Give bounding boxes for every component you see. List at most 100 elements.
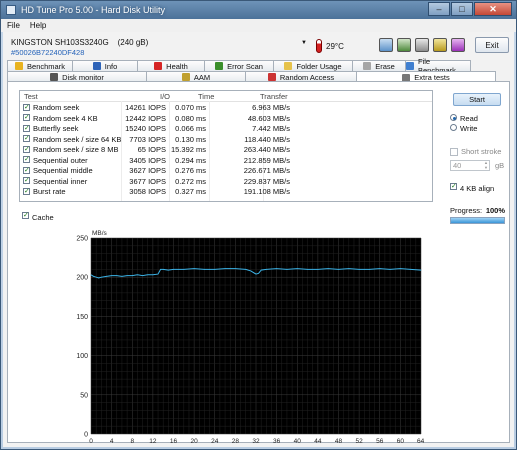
maximize-button[interactable]: □ — [451, 2, 473, 16]
y-tick-label: 150 — [76, 314, 88, 321]
table-row[interactable]: ✓ Sequential outer 3405 IOPS 0.294 ms 212.85… — [20, 155, 432, 165]
x-tick-label: 60 — [397, 438, 405, 443]
menu-help[interactable]: Help — [30, 21, 46, 30]
row-checkbox[interactable]: ✓ — [23, 145, 30, 153]
data-point — [183, 269, 185, 270]
short-stroke-checkbox[interactable] — [450, 148, 458, 156]
y-tick-label: 100 — [76, 353, 88, 360]
start-button[interactable]: Start — [453, 93, 501, 106]
download-icon[interactable] — [451, 38, 465, 52]
cell-transfer: 229.837 MB/s — [243, 176, 290, 186]
progress-percent: 100% — [485, 206, 505, 215]
data-point — [410, 269, 412, 270]
data-point — [250, 270, 252, 272]
progress-fill — [451, 218, 504, 223]
cell-io: 12442 IOPS — [125, 113, 166, 123]
tab-error-scan[interactable]: Error Scan — [204, 60, 274, 71]
cell-transfer: 212.859 MB/s — [243, 155, 290, 165]
table-row[interactable]: ✓ Random seek / size 64 KB 7703 IOPS 0.130 … — [20, 134, 432, 144]
exit-button[interactable]: Exit — [475, 37, 509, 53]
cell-time: 0.272 ms — [175, 176, 206, 186]
app-window: HD Tune Pro 5.00 - Hard Disk Utility – □… — [0, 0, 517, 450]
tab-info[interactable]: Info — [72, 60, 138, 71]
tab-label: Error Scan — [227, 61, 263, 71]
cell-io: 15240 IOPS — [125, 124, 166, 133]
row-checkbox[interactable]: ✓ — [23, 114, 30, 121]
data-point — [137, 274, 138, 276]
row-checkbox[interactable]: ✓ — [23, 166, 30, 174]
table-row[interactable]: ✓ Burst rate 3058 IOPS 0.327 ms 191.108 MB/s — [20, 186, 432, 196]
table-row[interactable]: ✓ Sequential middle 3627 IOPS 0.276 ms 226.6… — [20, 165, 432, 175]
disk-monitor-icon — [50, 73, 59, 81]
header-time[interactable]: Time — [198, 92, 214, 101]
cell-time: 0.276 ms — [175, 166, 206, 175]
spinner-arrows-icon[interactable]: ▲ ▼ — [484, 160, 488, 170]
short-stroke-spinner[interactable]: 40 ▲ ▼ — [450, 160, 490, 171]
tab-folder-usage[interactable]: Folder Usage — [273, 60, 353, 71]
x-tick-label: 28 — [232, 438, 240, 443]
header-io[interactable]: I/O — [160, 92, 170, 101]
data-point — [111, 275, 112, 276]
data-point — [142, 275, 143, 276]
tab-erase[interactable]: Erase — [352, 60, 406, 71]
data-point — [265, 269, 267, 270]
main-content: KINGSTON SH103S3240G (240 gB) ▼ #50026B7… — [3, 32, 514, 447]
data-point — [296, 268, 298, 269]
app-icon — [6, 5, 16, 15]
x-tick-label: 24 — [211, 438, 219, 443]
table-row[interactable]: ✓ Random seek 4 KB 12442 IOPS 0.080 ms 48.60… — [20, 113, 432, 123]
table-row[interactable]: ✓ Sequential inner 3677 IOPS 0.272 ms 229.83… — [20, 176, 432, 186]
device-dropdown[interactable]: KINGSTON SH103S3240G (240 gB) ▼ — [11, 37, 309, 48]
screenshot-icon[interactable] — [415, 38, 429, 52]
data-point — [245, 269, 247, 270]
temperature-value: 29°C — [326, 41, 344, 51]
read-label: Read — [460, 113, 478, 123]
random-access-icon — [267, 73, 276, 81]
tab-health[interactable]: Health — [137, 60, 205, 71]
data-point — [338, 269, 339, 270]
table-row[interactable]: ✓ Butterfly seek 15240 IOPS 0.066 ms 7.442 M… — [20, 123, 432, 133]
options-icon[interactable] — [433, 38, 447, 52]
results-table: Test I/O Time Transfer ✓ Random seek 14261… — [19, 90, 433, 202]
header-test[interactable]: Test — [24, 92, 38, 101]
cell-time: 0.066 ms — [175, 124, 206, 133]
row-checkbox[interactable]: ✓ — [23, 177, 30, 184]
data-point — [327, 268, 329, 269]
data-point — [389, 269, 391, 270]
data-point — [90, 274, 92, 276]
row-checkbox[interactable]: ✓ — [23, 156, 30, 163]
title-bar[interactable]: HD Tune Pro 5.00 - Hard Disk Utility – □… — [1, 1, 516, 19]
row-checkbox[interactable]: ✓ — [23, 135, 30, 142]
menu-file[interactable]: File — [7, 21, 20, 30]
data-point — [400, 268, 401, 269]
row-checkbox[interactable]: ✓ — [23, 187, 30, 195]
cell-transfer: 6.963 MB/s — [252, 103, 290, 112]
row-checkbox[interactable]: ✓ — [23, 124, 30, 132]
folder-icon — [284, 62, 293, 70]
info-icon — [92, 62, 101, 70]
header-transfer[interactable]: Transfer — [260, 92, 288, 101]
table-row[interactable]: ✓ Random seek / size 8 MB 65 IOPS 15.392 ms… — [20, 144, 432, 154]
data-point — [98, 277, 100, 279]
tab-benchmark[interactable]: Benchmark — [7, 60, 73, 71]
tab-label: Health — [166, 61, 188, 71]
data-point — [147, 274, 149, 276]
copy-icon[interactable] — [379, 38, 393, 52]
cell-io: 3405 IOPS — [129, 155, 166, 165]
x-tick-label: 40 — [294, 438, 302, 443]
device-bar: KINGSTON SH103S3240G (240 gB) ▼ #50026B7… — [7, 35, 512, 57]
data-point — [379, 268, 381, 269]
x-tick-label: 56 — [376, 438, 384, 443]
tab-label: Info — [104, 61, 118, 71]
benchmark-icon — [15, 62, 24, 70]
minimize-button[interactable]: – — [428, 2, 450, 16]
table-row[interactable]: ✓ Random seek 14261 IOPS 0.070 ms 6.963 MB/s — [20, 102, 432, 112]
tab-file-benchmark[interactable]: File Benchmark — [405, 57, 471, 75]
close-button[interactable]: ✕ — [474, 2, 512, 16]
row-checkbox[interactable]: ✓ — [23, 103, 30, 111]
data-point — [116, 275, 118, 276]
chevron-down-icon[interactable]: ▼ — [301, 40, 307, 46]
y-tick-label: 50 — [80, 392, 88, 399]
tab-row-top: Benchmark Info Health Error Scan Folder Usag… — [7, 57, 471, 75]
save-icon[interactable] — [397, 38, 411, 52]
